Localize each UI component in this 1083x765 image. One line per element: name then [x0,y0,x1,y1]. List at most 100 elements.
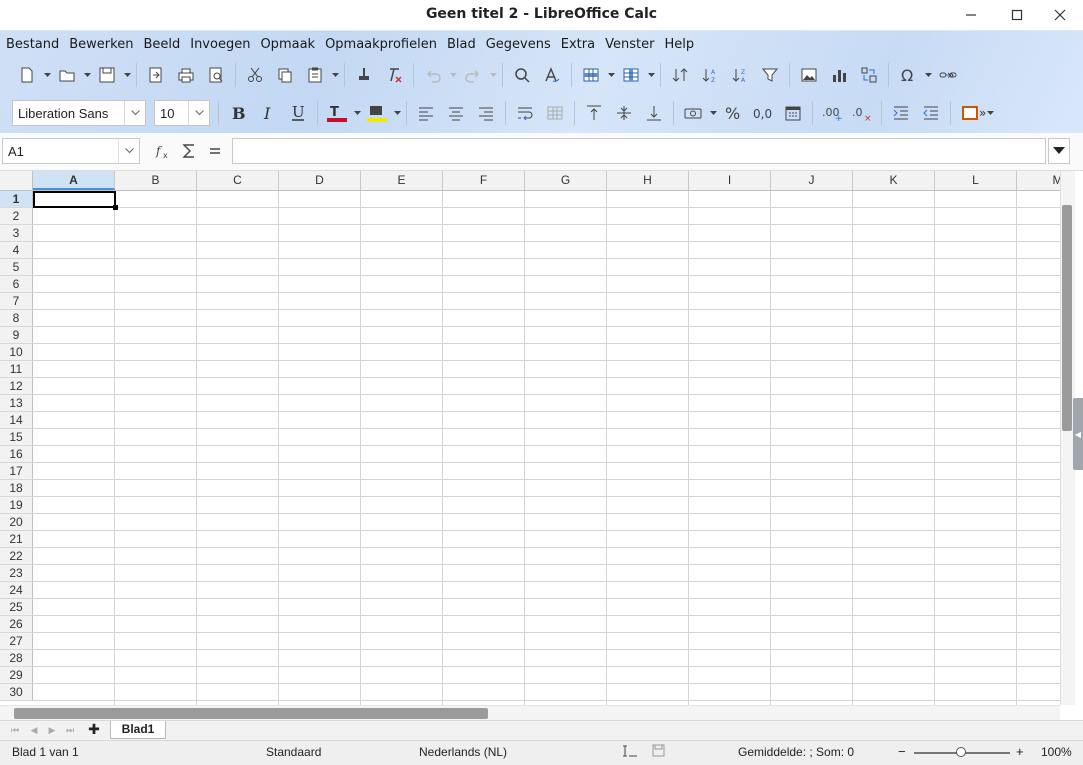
row-header[interactable]: 28 [0,650,33,667]
save-button[interactable] [92,61,122,89]
column-header[interactable]: I [689,171,771,190]
currency-dropdown[interactable] [708,99,718,127]
add-sheet-icon[interactable]: ✚ [86,722,102,738]
pivot-table-button[interactable] [854,61,884,89]
row-header[interactable]: 29 [0,667,33,684]
row-header[interactable]: 19 [0,497,33,514]
row-header[interactable]: 14 [0,412,33,429]
open-dropdown[interactable] [82,61,92,89]
row-header[interactable]: 25 [0,599,33,616]
row-header[interactable]: 5 [0,259,33,276]
column-header[interactable]: F [443,171,525,190]
language[interactable]: Nederlands (NL) [419,745,507,759]
sheet-tab-blad1[interactable]: Blad1 [110,721,166,739]
menu-venster[interactable]: Venster [605,37,654,52]
save-dropdown[interactable] [122,61,132,89]
clear-formatting-button[interactable] [379,61,409,89]
date-format-button[interactable] [778,99,808,127]
align-right-button[interactable] [471,99,501,127]
column-header[interactable]: C [197,171,279,190]
formula-input[interactable] [232,138,1046,164]
increase-indent-button[interactable] [886,99,916,127]
more-options-icon[interactable]: » [947,68,957,82]
open-button[interactable] [52,61,82,89]
minimize-button[interactable] [956,4,986,26]
spelling-button[interactable] [537,61,567,89]
column-header[interactable]: K [853,171,935,190]
column-header[interactable]: D [279,171,361,190]
export-pdf-button[interactable] [141,61,171,89]
row-header[interactable]: 8 [0,310,33,327]
more-options-icon[interactable]: » [979,106,989,120]
align-center-button[interactable] [441,99,471,127]
menu-opmaakprofielen[interactable]: Opmaakprofielen [325,37,437,52]
column-header[interactable]: G [525,171,607,190]
row-header[interactable]: 6 [0,276,33,293]
row-header[interactable]: 9 [0,327,33,344]
align-left-button[interactable] [411,99,441,127]
row-header[interactable]: 2 [0,208,33,225]
print-button[interactable] [171,61,201,89]
align-bottom-button[interactable] [639,99,669,127]
insert-mode-icon[interactable] [622,744,638,761]
horizontal-scroll-thumb[interactable] [14,708,488,719]
vertical-scroll-thumb[interactable] [1062,205,1072,431]
row-header[interactable]: 20 [0,514,33,531]
currency-format-button[interactable] [678,99,708,127]
row-header[interactable]: 3 [0,225,33,242]
page-style[interactable]: Standaard [266,745,321,759]
add-decimal-button[interactable]: .00 + [817,99,847,127]
menu-extra[interactable]: Extra [561,37,595,52]
font-color-dropdown[interactable] [352,99,362,127]
column-header[interactable]: B [115,171,197,190]
formula-icon[interactable] [202,139,228,163]
special-character-button[interactable]: Ω [893,61,923,89]
chevron-down-icon[interactable] [188,101,209,125]
sum-icon[interactable] [176,139,202,163]
sort-button[interactable] [665,61,695,89]
row-header[interactable]: 22 [0,548,33,565]
row-header[interactable]: 15 [0,429,33,446]
align-top-button[interactable] [579,99,609,127]
column-header[interactable]: E [361,171,443,190]
maximize-button[interactable] [1002,4,1032,26]
column-header[interactable]: L [935,171,1017,190]
active-cell-cursor[interactable] [33,191,116,208]
column-header[interactable]: H [607,171,689,190]
highlight-color-button[interactable] [362,99,392,127]
row-header[interactable]: 24 [0,582,33,599]
highlight-color-dropdown[interactable] [392,99,402,127]
expand-formula-button[interactable] [1048,138,1070,164]
new-button[interactable] [12,61,42,89]
function-wizard-icon[interactable]: fx [150,139,176,163]
new-dropdown[interactable] [42,61,52,89]
row-header[interactable]: 16 [0,446,33,463]
column-dropdown[interactable] [646,61,656,89]
menu-opmaak[interactable]: Opmaak [260,37,315,52]
row-header[interactable]: 17 [0,463,33,480]
cell-area[interactable] [33,191,1060,705]
paste-dropdown[interactable] [330,61,340,89]
selection-summary[interactable]: Gemiddelde: ; Som: 0 [738,745,854,759]
row-dropdown[interactable] [606,61,616,89]
column-header[interactable]: A [33,171,115,190]
paste-button[interactable] [300,61,330,89]
last-sheet-icon[interactable]: ⏭ [63,723,77,739]
first-sheet-icon[interactable]: ⏮ [8,723,22,739]
row-header[interactable]: 18 [0,480,33,497]
number-format-button[interactable]: 0,0 [748,99,778,127]
zoom-out-icon[interactable]: − [898,744,906,759]
row-header[interactable]: 13 [0,395,33,412]
menu-help[interactable]: Help [664,37,694,52]
special-character-dropdown[interactable] [923,61,933,89]
font-name-box[interactable]: Liberation Sans [12,100,146,126]
chevron-down-icon[interactable] [118,139,139,163]
menu-bestand[interactable]: Bestand [6,37,59,52]
menu-beeld[interactable]: Beeld [143,37,180,52]
menu-bewerken[interactable]: Bewerken [69,37,133,52]
column-header[interactable]: M [1017,171,1061,190]
row-header[interactable]: 11 [0,361,33,378]
sidebar-toggle[interactable]: ◀ [1073,398,1083,470]
row-header[interactable]: 10 [0,344,33,361]
percent-format-button[interactable]: % [718,99,748,127]
